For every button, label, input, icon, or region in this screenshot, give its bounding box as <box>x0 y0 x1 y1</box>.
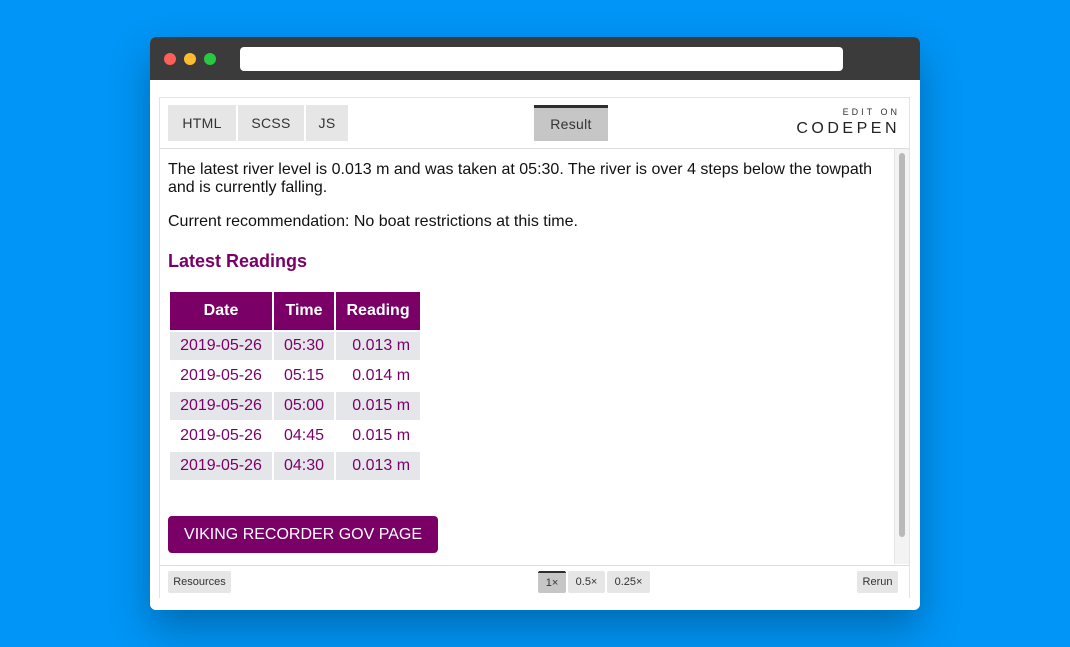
river-status-text: The latest river level is 0.013 m and wa… <box>168 161 873 196</box>
tab-js[interactable]: JS <box>306 105 348 141</box>
viking-recorder-gov-page-button[interactable]: VIKING RECORDER GOV PAGE <box>168 516 438 553</box>
zoom-0-5x-button[interactable]: 0.5× <box>568 571 605 593</box>
codepen-footer: Resources 1× 0.5× 0.25× Rerun <box>160 565 909 598</box>
cell-time: 05:00 <box>274 392 335 420</box>
codepen-embed: HTML SCSS JS Result EDIT ON CODEPEN The … <box>159 97 910 598</box>
result-pane: The latest river level is 0.013 m and wa… <box>160 149 893 564</box>
edit-on-label: EDIT ON <box>842 107 900 117</box>
column-header-time: Time <box>274 292 335 330</box>
close-window-icon[interactable] <box>164 53 176 65</box>
readings-table: Date Time Reading 2019-05-26 05:30 0.013… <box>168 290 422 482</box>
browser-titlebar <box>150 37 920 80</box>
cell-reading: 0.014 m <box>352 367 411 384</box>
table-row: 2019-05-26 05:30 0.013 m <box>170 332 421 360</box>
tab-html[interactable]: HTML <box>168 105 236 141</box>
result-scrollbar[interactable] <box>894 149 909 564</box>
cell-reading: 0.013 m <box>336 452 421 480</box>
edit-on-codepen-link[interactable]: EDIT ON CODEPEN <box>796 107 897 139</box>
table-row: 2019-05-26 04:45 0.015 m <box>170 422 420 450</box>
zoom-0-25x-button[interactable]: 0.25× <box>607 571 650 593</box>
rerun-button[interactable]: Rerun <box>857 571 898 593</box>
cell-time: 05:30 <box>274 332 335 360</box>
minimize-window-icon[interactable] <box>184 53 196 65</box>
recommendation-text: Current recommendation: No boat restrict… <box>168 213 578 230</box>
column-header-date: Date <box>170 292 272 330</box>
cell-reading: 0.015 m <box>336 392 421 420</box>
maximize-window-icon[interactable] <box>204 53 216 65</box>
cell-time: 05:15 <box>284 367 325 384</box>
table-row: 2019-05-26 05:15 0.014 m <box>170 362 420 390</box>
address-bar[interactable] <box>240 47 843 71</box>
tab-result[interactable]: Result <box>534 105 608 141</box>
cell-date: 2019-05-26 <box>180 367 262 384</box>
table-row: 2019-05-26 05:00 0.015 m <box>170 392 421 420</box>
cell-reading: 0.015 m <box>352 427 411 444</box>
tab-scss[interactable]: SCSS <box>238 105 304 141</box>
cell-reading: 0.013 m <box>336 332 421 360</box>
latest-readings-heading: Latest Readings <box>168 251 308 271</box>
browser-window: HTML SCSS JS Result EDIT ON CODEPEN The … <box>150 37 920 610</box>
cell-date: 2019-05-26 <box>170 332 272 360</box>
table-header-row: Date Time Reading <box>170 292 421 330</box>
scrollbar-thumb[interactable] <box>899 153 905 537</box>
codepen-header: HTML SCSS JS Result EDIT ON CODEPEN <box>160 98 909 149</box>
column-header-reading: Reading <box>336 292 421 330</box>
codepen-logo: CODEPEN <box>796 120 900 137</box>
cell-time: 04:30 <box>274 452 335 480</box>
resources-button[interactable]: Resources <box>168 571 231 593</box>
cell-date: 2019-05-26 <box>170 392 272 420</box>
cell-date: 2019-05-26 <box>180 427 262 444</box>
zoom-1x-button[interactable]: 1× <box>538 571 566 593</box>
cell-time: 04:45 <box>284 427 325 444</box>
table-row: 2019-05-26 04:30 0.013 m <box>170 452 421 480</box>
cell-date: 2019-05-26 <box>170 452 272 480</box>
